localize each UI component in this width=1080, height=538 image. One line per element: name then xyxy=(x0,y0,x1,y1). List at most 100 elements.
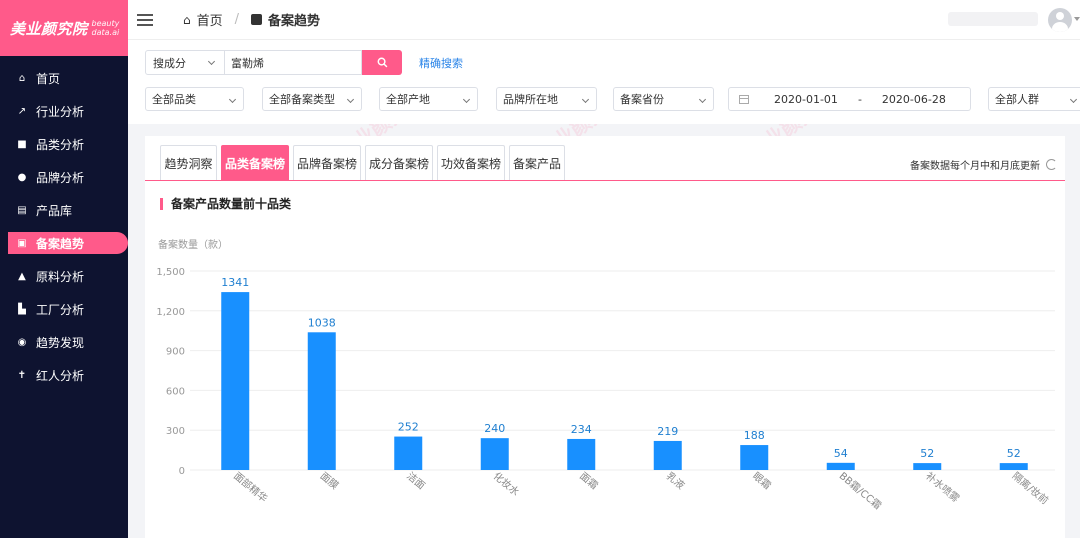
origin-select[interactable]: 全部产地 xyxy=(379,87,478,111)
data-label: 234 xyxy=(571,423,592,436)
tab-filed-products[interactable]: 备案产品 xyxy=(509,145,565,180)
refresh-icon[interactable] xyxy=(1046,159,1057,170)
advanced-search-link[interactable]: 精确搜索 xyxy=(419,55,463,71)
sidebar-item-home[interactable]: ⌂ 首页 xyxy=(0,62,128,95)
data-label: 52 xyxy=(1007,447,1021,460)
user-name-blurred xyxy=(948,12,1038,26)
bar[interactable] xyxy=(307,332,336,470)
sidebar-nav: ⌂ 首页 ↗ 行业分析 ■ 品类分析 ● 品牌分析 ▤ 产品库 ▣ 备案趋势 ▲… xyxy=(0,56,128,392)
x-tick-label: 补水喷雾 xyxy=(923,469,962,505)
chevron-down-icon xyxy=(462,95,471,104)
bar[interactable] xyxy=(740,445,769,470)
update-note: 备案数据每个月中和月底更新 xyxy=(910,157,1057,172)
tab-bar: 趋势洞察 品类备案榜 品牌备案榜 成分备案榜 功效备案榜 备案产品 xyxy=(160,145,569,180)
logo-sub2: data.ai xyxy=(91,28,120,37)
document-icon: ▤ xyxy=(17,205,27,216)
content-card: 趋势洞察 品类备案榜 品牌备案榜 成分备案榜 功效备案榜 备案产品 备案数据每个… xyxy=(145,136,1065,538)
audience-select[interactable]: 全部人群 xyxy=(988,87,1080,111)
logo-sub1: beauty xyxy=(91,19,120,28)
category-select[interactable]: 全部品类 xyxy=(145,87,244,111)
search-input[interactable]: 富勒烯 xyxy=(225,50,362,75)
sidebar-item-industry[interactable]: ↗ 行业分析 xyxy=(0,95,128,128)
date-start[interactable]: 2020-01-01 xyxy=(774,93,838,106)
origin-select-value: 全部产地 xyxy=(386,93,430,106)
tab-label: 备案产品 xyxy=(512,156,561,171)
bar[interactable] xyxy=(480,438,509,470)
bar[interactable] xyxy=(653,440,682,470)
sidebar-item-label: 趋势发现 xyxy=(36,336,85,350)
data-label: 252 xyxy=(398,421,419,434)
province-select[interactable]: 备案省份 xyxy=(613,87,714,111)
sidebar-item-influencer[interactable]: ✝ 红人分析 xyxy=(0,359,128,392)
x-tick-label: 眼霜 xyxy=(750,470,773,492)
sidebar-item-filing-trend[interactable]: ▣ 备案趋势 xyxy=(8,232,128,254)
tab-brand-ranking[interactable]: 品牌备案榜 xyxy=(293,145,361,180)
sidebar-item-category[interactable]: ■ 品类分析 xyxy=(0,128,128,161)
sidebar-item-label: 品牌分析 xyxy=(36,171,85,185)
menu-toggle-icon[interactable] xyxy=(137,11,153,29)
tab-trend-insight[interactable]: 趋势洞察 xyxy=(160,145,217,180)
sidebar-item-discovery[interactable]: ◉ 趋势发现 xyxy=(0,326,128,359)
tab-efficacy-ranking[interactable]: 功效备案榜 xyxy=(437,145,505,180)
logo[interactable]: 美业颜究院 beauty data.ai xyxy=(0,0,128,56)
tab-label: 成分备案榜 xyxy=(368,156,429,171)
home-icon: ⌂ xyxy=(183,12,191,27)
sidebar-item-products[interactable]: ▤ 产品库 xyxy=(0,194,128,227)
y-tick-label: 900 xyxy=(166,347,185,358)
chevron-down-icon xyxy=(698,95,707,104)
date-range-picker[interactable]: 2020-01-01 - 2020-06-28 xyxy=(728,87,971,111)
date-end[interactable]: 2020-06-28 xyxy=(882,93,946,106)
bar[interactable] xyxy=(999,463,1028,470)
tab-label: 趋势洞察 xyxy=(164,156,213,171)
tab-label: 功效备案榜 xyxy=(440,156,501,171)
data-label: 52 xyxy=(920,447,934,460)
sidebar-item-brand[interactable]: ● 品牌分析 xyxy=(0,161,128,194)
x-tick-label: 化妆水 xyxy=(491,469,522,498)
audience-select-value: 全部人群 xyxy=(995,93,1039,106)
bar[interactable] xyxy=(221,292,250,470)
tab-label: 品类备案榜 xyxy=(224,156,285,171)
province-select-value: 备案省份 xyxy=(620,93,664,106)
sidebar-item-label: 首页 xyxy=(36,72,61,86)
bar-chart: 0 300 600 900 1,200 1,500 1341 面部精华 1038 面膜 252 洁面 2… xyxy=(156,267,1055,512)
home-icon: ⌂ xyxy=(18,73,26,84)
y-tick-label: 1,200 xyxy=(156,307,185,318)
breadcrumb: ⌂ 首页 / 备案趋势 xyxy=(183,10,320,29)
bar[interactable] xyxy=(567,438,596,470)
search-icon xyxy=(377,57,387,68)
sidebar-item-label: 产品库 xyxy=(36,204,73,218)
chart-box-icon xyxy=(251,14,263,25)
sidebar-item-label: 工厂分析 xyxy=(36,303,85,317)
search-type-select[interactable]: 搜成分 xyxy=(145,50,225,75)
x-tick-label: 面部精华 xyxy=(231,469,270,505)
breadcrumb-home[interactable]: 首页 xyxy=(197,10,223,29)
x-tick-label: 面霜 xyxy=(577,470,600,492)
brand-location-select[interactable]: 品牌所在地 xyxy=(496,87,597,111)
sidebar-item-ingredients[interactable]: ▲ 原料分析 xyxy=(0,260,128,293)
chart-box-icon: ▣ xyxy=(17,237,27,249)
compass-icon: ◉ xyxy=(17,337,27,348)
chevron-down-icon[interactable] xyxy=(1074,17,1080,21)
bar[interactable] xyxy=(394,436,423,470)
influencer-icon: ✝ xyxy=(17,370,27,381)
filter-panel: 搜成分 富勒烯 精确搜索 全部品类 全部备案类型 全部产地 品牌所在地 备案省份… xyxy=(128,40,1080,124)
date-separator: - xyxy=(857,92,862,106)
chevron-down-icon xyxy=(207,57,216,66)
bar[interactable] xyxy=(913,463,942,470)
chart-y-axis-label: 备案数量（款） xyxy=(158,240,228,251)
filing-type-select-value: 全部备案类型 xyxy=(269,93,335,106)
search-button[interactable] xyxy=(362,50,402,75)
data-label: 240 xyxy=(484,422,505,435)
filing-type-select[interactable]: 全部备案类型 xyxy=(262,87,362,111)
chevron-down-icon xyxy=(1069,95,1078,104)
avatar[interactable] xyxy=(1048,8,1072,32)
y-tick-label: 1,500 xyxy=(156,267,185,278)
sidebar-item-label: 原料分析 xyxy=(36,270,85,284)
tab-category-ranking[interactable]: 品类备案榜 xyxy=(221,145,289,180)
sidebar-item-factory[interactable]: ▙ 工厂分析 xyxy=(0,293,128,326)
bar[interactable] xyxy=(826,462,855,470)
tab-ingredient-ranking[interactable]: 成分备案榜 xyxy=(365,145,433,180)
data-label: 188 xyxy=(744,429,765,442)
calendar-icon xyxy=(739,94,749,104)
x-tick-label: 洁面 xyxy=(404,469,428,492)
